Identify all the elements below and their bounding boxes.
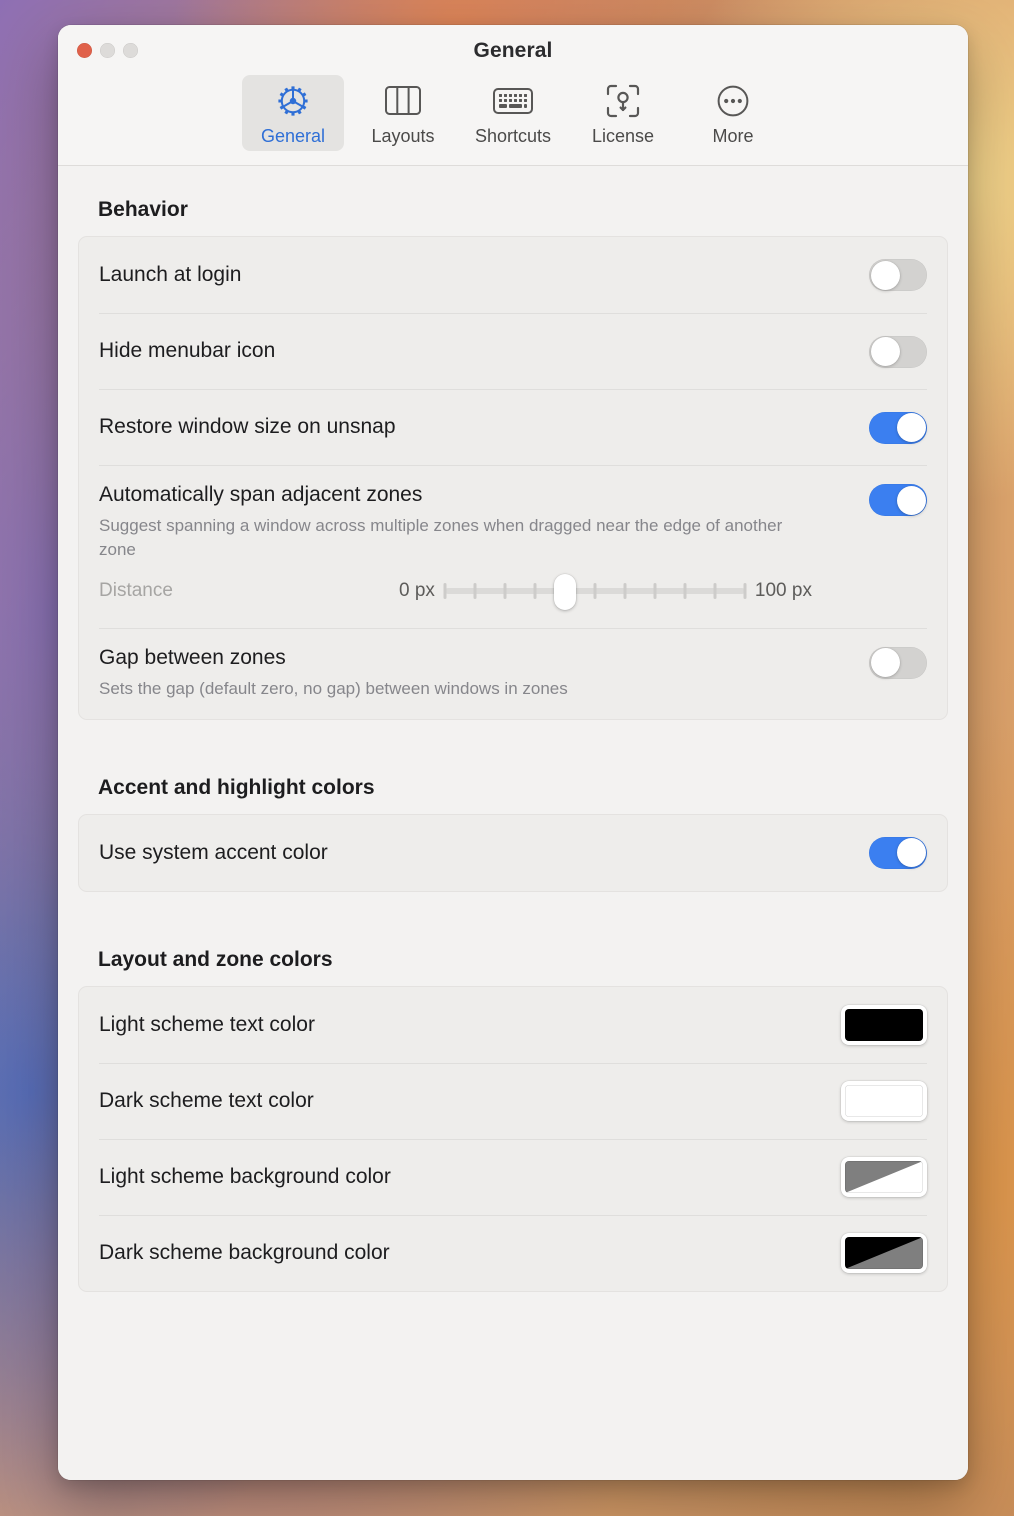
- section-title-layout-colors: Layout and zone colors: [98, 947, 333, 971]
- slider-tick: [713, 582, 717, 599]
- section-title-behavior: Behavior: [98, 198, 188, 221]
- row-title: Gap between zones: [99, 645, 286, 669]
- slider-tick: [623, 582, 627, 599]
- tab-license[interactable]: License: [572, 75, 674, 151]
- traffic-light-buttons: [77, 43, 138, 58]
- row-restore-window-size: Restore window size on unsnap: [99, 389, 927, 465]
- minimize-button[interactable]: [100, 43, 115, 58]
- toggle-use-system-accent-color[interactable]: [869, 836, 927, 869]
- row-text: Dark scheme text color: [99, 1088, 841, 1114]
- color-well-dark-scheme-background[interactable]: [841, 1233, 927, 1274]
- row-title: Hide menubar icon: [99, 339, 276, 363]
- layout-colors-group: Light scheme text color Dark scheme text…: [78, 985, 948, 1292]
- row-text: Hide menubar icon: [99, 338, 869, 364]
- toggle-knob: [896, 485, 926, 515]
- slider-tick: [503, 582, 507, 599]
- slider-tick: [653, 582, 657, 599]
- accent-group: Use system accent color: [78, 813, 948, 892]
- close-button[interactable]: [77, 43, 92, 58]
- row-dark-scheme-text-color: Dark scheme text color: [99, 1062, 927, 1139]
- distance-slider-label: Distance: [99, 579, 173, 601]
- toggle-knob: [896, 838, 926, 868]
- distance-slider-control[interactable]: 0 px 100 px: [399, 573, 927, 610]
- tab-license-label: License: [591, 126, 655, 146]
- slider-tick: [533, 582, 537, 599]
- row-use-system-accent-color: Use system accent color: [99, 815, 927, 891]
- slider-tick: [473, 582, 477, 599]
- zoom-button[interactable]: [123, 43, 138, 58]
- tab-shortcuts-label: Shortcuts: [474, 126, 552, 146]
- distance-slider-row: Distance 0 px 100 px: [99, 562, 927, 624]
- color-swatch: [845, 1008, 923, 1041]
- distance-slider-track[interactable]: [443, 573, 747, 610]
- row-hide-menubar-icon: Hide menubar icon: [99, 313, 927, 389]
- toggle-hide-menubar-icon[interactable]: [869, 335, 927, 368]
- color-swatch: [845, 1161, 923, 1194]
- row-light-scheme-text-color: Light scheme text color: [99, 987, 927, 1063]
- row-title: Launch at login: [99, 262, 242, 286]
- row-subtitle: Sets the gap (default zero, no gap) betw…: [99, 679, 568, 699]
- slider-min-label: 0 px: [399, 579, 435, 601]
- window-title: General: [473, 39, 553, 62]
- row-title: Use system accent color: [99, 840, 328, 864]
- settings-content: Behavior Launch at login Hide menubar ic…: [58, 166, 968, 1480]
- row-gap-between-zones: Gap between zones Sets the gap (default …: [99, 627, 927, 719]
- tab-shortcuts[interactable]: Shortcuts: [462, 75, 564, 151]
- slider-tick: [443, 582, 447, 599]
- tab-general[interactable]: General: [242, 75, 344, 151]
- color-well-light-scheme-background[interactable]: [841, 1157, 927, 1198]
- slider-tick: [743, 582, 747, 599]
- row-title: Dark scheme background color: [99, 1241, 390, 1265]
- keyboard-icon: [492, 82, 534, 120]
- toggle-launch-at-login[interactable]: [869, 259, 927, 291]
- tab-layouts-label: Layouts: [371, 126, 435, 146]
- row-title: Restore window size on unsnap: [99, 415, 396, 439]
- slider-max-label: 100 px: [754, 579, 812, 601]
- slider-tick: [593, 582, 597, 599]
- preferences-window: General General Layouts Shortcuts Licens…: [58, 25, 968, 1480]
- row-text: Dark scheme background color: [99, 1240, 841, 1266]
- columns-icon: [384, 82, 422, 120]
- row-title: Light scheme background color: [99, 1165, 391, 1189]
- row-text: Automatically span adjacent zones Sugges…: [99, 482, 869, 562]
- slider-thumb[interactable]: [553, 573, 576, 610]
- color-well-light-scheme-text[interactable]: [841, 1004, 927, 1045]
- row-dark-scheme-background-color: Dark scheme background color: [99, 1214, 927, 1291]
- row-text: Light scheme background color: [99, 1164, 841, 1190]
- behavior-group: Launch at login Hide menubar icon Restor…: [78, 236, 948, 720]
- row-subtitle: Suggest spanning a window across multipl…: [99, 516, 783, 560]
- toggle-knob: [870, 337, 900, 366]
- row-light-scheme-background-color: Light scheme background color: [99, 1138, 927, 1215]
- row-text: Restore window size on unsnap: [99, 414, 869, 440]
- row-launch-at-login: Launch at login: [99, 237, 927, 313]
- color-swatch: [845, 1085, 923, 1118]
- window-titlebar: General General Layouts Shortcuts Licens…: [58, 25, 968, 166]
- row-text: Use system accent color: [99, 840, 869, 866]
- row-title: Dark scheme text color: [99, 1089, 314, 1113]
- key-scan-icon: [605, 82, 641, 120]
- color-well-dark-scheme-text[interactable]: [841, 1081, 927, 1122]
- gear-icon: [275, 82, 311, 120]
- row-text: Gap between zones Sets the gap (default …: [99, 645, 869, 701]
- ellipsis-circle-icon: [715, 82, 751, 120]
- tab-more-label: More: [712, 126, 754, 146]
- toggle-restore-window-size[interactable]: [869, 411, 927, 444]
- toolbar: General Layouts Shortcuts License More: [58, 63, 968, 165]
- section-title-accent: Accent and highlight colors: [98, 775, 375, 799]
- row-title: Automatically span adjacent zones: [99, 483, 423, 506]
- tab-general-label: General: [260, 126, 326, 146]
- tab-layouts[interactable]: Layouts: [352, 75, 454, 151]
- color-swatch: [845, 1237, 923, 1270]
- tab-more[interactable]: More: [682, 75, 784, 151]
- toggle-span-adjacent-zones[interactable]: [869, 484, 927, 516]
- slider-tick: [683, 582, 687, 599]
- toggle-knob: [896, 413, 926, 442]
- row-title: Light scheme text color: [99, 1012, 315, 1036]
- row-text: Light scheme text color: [99, 1012, 841, 1038]
- row-text: Launch at login: [99, 262, 869, 288]
- toggle-knob: [870, 260, 900, 290]
- row-span-adjacent-zones: Automatically span adjacent zones Sugges…: [99, 465, 927, 628]
- toggle-gap-between-zones[interactable]: [869, 646, 927, 679]
- toggle-knob: [870, 648, 900, 678]
